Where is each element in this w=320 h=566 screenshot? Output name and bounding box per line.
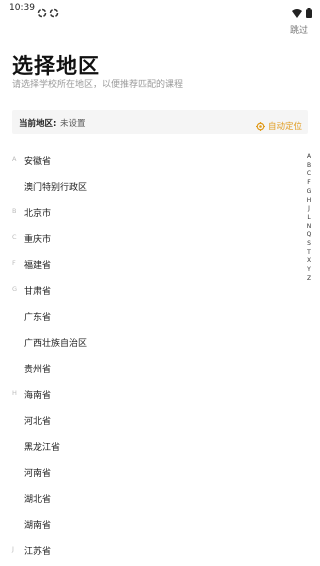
region-item[interactable]: 澳门特别行政区 bbox=[0, 173, 300, 199]
region-item[interactable]: 贵州省 bbox=[0, 355, 300, 381]
region-name: 湖北省 bbox=[24, 495, 52, 505]
region-item[interactable]: H 海南省 bbox=[0, 381, 300, 407]
region-name: 甘肃省 bbox=[24, 287, 52, 297]
region-item[interactable]: F 福建省 bbox=[0, 251, 300, 277]
current-region-label: 当前地区: bbox=[19, 119, 57, 129]
index-letter[interactable]: Z bbox=[304, 275, 314, 284]
region-item[interactable]: 黑龙江省 bbox=[0, 433, 300, 459]
status-icons bbox=[292, 3, 312, 22]
region-group-letter: B bbox=[12, 207, 17, 215]
region-group-letter: F bbox=[12, 259, 16, 267]
region-group-letter: J bbox=[12, 545, 14, 553]
region-item[interactable]: 广东省 bbox=[0, 303, 300, 329]
region-item[interactable]: B 北京市 bbox=[0, 199, 300, 225]
index-letter[interactable]: F bbox=[304, 179, 314, 188]
current-region-value: 未设置 bbox=[60, 119, 86, 129]
region-name: 北京市 bbox=[24, 209, 52, 219]
region-item[interactable]: 湖北省 bbox=[0, 485, 300, 511]
page-title: 选择地区 bbox=[12, 54, 100, 78]
index-letter[interactable]: H bbox=[304, 197, 314, 206]
region-name: 黑龙江省 bbox=[24, 443, 61, 453]
battery-icon bbox=[306, 3, 312, 22]
index-letter[interactable]: Q bbox=[304, 231, 314, 240]
region-name: 湖南省 bbox=[24, 521, 52, 531]
index-letter[interactable]: C bbox=[304, 170, 314, 179]
region-item[interactable]: 广西壮族自治区 bbox=[0, 329, 300, 355]
region-item[interactable]: 河北省 bbox=[0, 407, 300, 433]
region-name: 澳门特别行政区 bbox=[24, 183, 88, 193]
region-name: 江苏省 bbox=[24, 547, 52, 557]
region-name: 广西壮族自治区 bbox=[24, 339, 88, 349]
region-name: 河南省 bbox=[24, 469, 52, 479]
region-list: A 安徽省澳门特别行政区 B 北京市 C 重庆市 F 福建省 G 甘肃省广东省广西壮族自治区 贵州省… bbox=[0, 147, 300, 563]
status-time: 10:39 bbox=[9, 3, 35, 13]
sync-icon bbox=[37, 3, 47, 18]
region-name: 福建省 bbox=[24, 261, 52, 271]
region-name: 贵州省 bbox=[24, 365, 52, 375]
region-item[interactable]: G 甘肃省 bbox=[0, 277, 300, 303]
current-region-bar: 当前地区: 未设置 自动定位 bbox=[12, 110, 308, 134]
index-letter[interactable]: A bbox=[304, 153, 314, 162]
region-item[interactable]: 河南省 bbox=[0, 459, 300, 485]
auto-locate-button[interactable]: 自动定位 bbox=[255, 116, 302, 135]
region-group-letter: H bbox=[12, 389, 17, 397]
region-group-letter: A bbox=[12, 155, 17, 163]
region-name: 河北省 bbox=[24, 417, 52, 427]
index-letter[interactable]: S bbox=[304, 240, 314, 249]
region-name: 广东省 bbox=[24, 313, 52, 323]
status-bar: 10:39 bbox=[0, 0, 320, 18]
index-letter[interactable]: J bbox=[304, 205, 314, 214]
skip-button[interactable]: 跳过 bbox=[290, 23, 308, 36]
index-letter[interactable]: X bbox=[304, 257, 314, 266]
wifi-icon bbox=[292, 3, 302, 22]
locate-icon bbox=[255, 116, 265, 135]
index-letter[interactable]: Y bbox=[304, 266, 314, 275]
region-item[interactable]: 湖南省 bbox=[0, 511, 300, 537]
alphabet-index[interactable]: ABCFGHJLNQSTXYZ bbox=[304, 153, 314, 284]
auto-locate-label: 自动定位 bbox=[267, 121, 302, 132]
region-name: 重庆市 bbox=[24, 235, 52, 245]
region-name: 安徽省 bbox=[24, 157, 52, 167]
region-group-letter: G bbox=[12, 285, 18, 293]
region-name: 海南省 bbox=[24, 391, 52, 401]
region-item[interactable]: C 重庆市 bbox=[0, 225, 300, 251]
index-letter[interactable]: L bbox=[304, 214, 314, 223]
index-letter[interactable]: T bbox=[304, 249, 314, 258]
region-item[interactable]: J 江苏省 bbox=[0, 537, 300, 563]
index-letter[interactable]: B bbox=[304, 162, 314, 171]
page-subtitle: 请选择学校所在地区，以便推荐匹配的课程 bbox=[12, 80, 184, 90]
sync-icon bbox=[49, 3, 59, 18]
region-group-letter: C bbox=[12, 233, 17, 241]
index-letter[interactable]: G bbox=[304, 188, 314, 197]
region-item[interactable]: A 安徽省 bbox=[0, 147, 300, 173]
index-letter[interactable]: N bbox=[304, 223, 314, 232]
